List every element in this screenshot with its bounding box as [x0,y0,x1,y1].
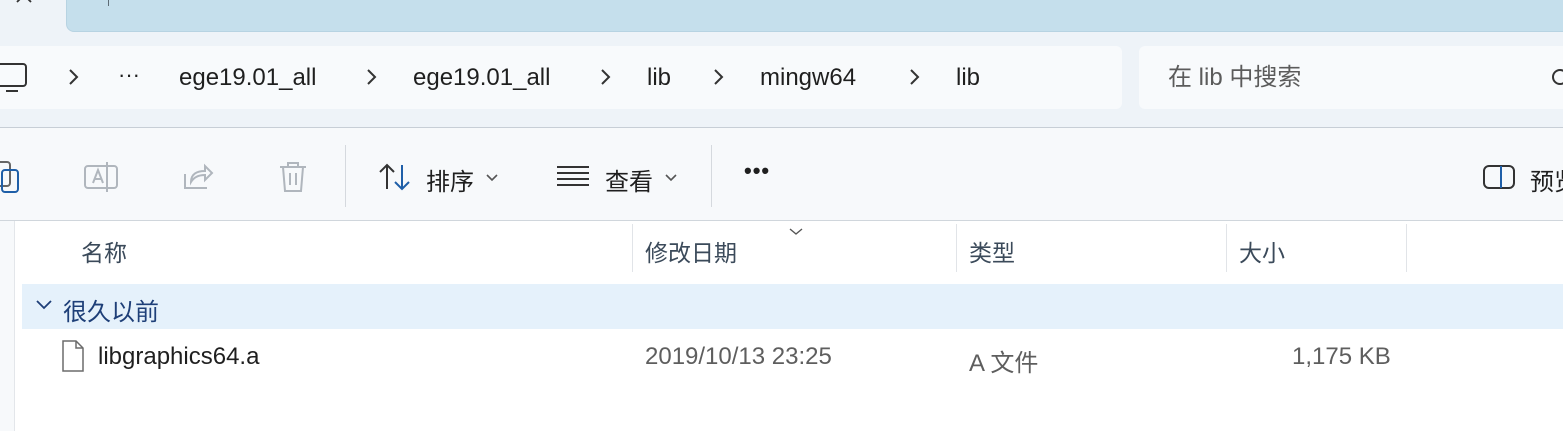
column-header-type[interactable]: 类型 [969,234,1015,268]
active-tab[interactable] [66,0,1563,32]
breadcrumb [0,0,16,24]
chevron-right-icon [711,65,727,89]
column-header-modified[interactable]: 修改日期 [645,234,737,268]
search-icon[interactable] [1549,66,1563,95]
sort-button[interactable]: 排序 [426,162,474,197]
chevron-right-icon [907,65,923,89]
share-icon[interactable] [181,160,215,199]
address-bar[interactable] [0,46,1122,109]
preview-pane-icon[interactable] [1482,164,1516,195]
more-options-button[interactable]: ••• [744,158,770,184]
sort-icon[interactable] [378,162,412,197]
tab-divider [108,0,109,6]
chevron-right-icon [66,65,82,89]
copy-icon[interactable] [0,160,22,199]
file-modified: 2019/10/13 23:25 [645,343,832,370]
computer-icon[interactable] [0,62,30,99]
chevron-down-icon[interactable] [485,170,499,188]
navigation-pane-edge [0,221,15,431]
column-divider[interactable] [632,224,633,272]
breadcrumb-item-lib[interactable]: lib [647,64,671,92]
chevron-right-icon [364,65,380,89]
column-divider[interactable] [1406,224,1407,272]
breadcrumb-overflow[interactable]: ··· [118,62,140,88]
view-icon[interactable] [556,164,590,193]
sort-indicator-icon [788,224,804,242]
search-input[interactable] [1168,62,1528,94]
command-bar [0,128,1563,221]
column-header-size[interactable]: 大小 [1239,234,1285,268]
rename-icon[interactable] [83,160,119,199]
chevron-down-icon[interactable] [664,170,678,188]
file-type: A 文件 [969,350,1039,377]
group-header[interactable] [22,284,1563,329]
file-name[interactable]: libgraphics64.a [98,343,259,371]
chevron-right-icon [598,65,614,89]
toolbar-separator [711,145,712,207]
preview-button[interactable]: 预览 [1530,162,1563,197]
column-divider[interactable] [1226,224,1227,272]
chevron-down-icon[interactable] [35,298,53,317]
file-icon [61,340,85,377]
column-divider[interactable] [956,224,957,272]
breadcrumb-item-mingw64[interactable]: mingw64 [760,64,856,92]
group-label: 很久以前 [63,299,159,326]
breadcrumb-item-lib-current[interactable]: lib [956,64,980,92]
breadcrumb-item-ege19-01-all-1[interactable]: ege19.01_all [179,64,316,92]
file-size: 1,175 KB [1292,343,1391,370]
breadcrumb-item-ege19-01-all-2[interactable]: ege19.01_all [413,64,550,92]
toolbar-separator [345,145,346,207]
view-button[interactable]: 查看 [605,162,653,197]
column-header-name[interactable]: 名称 [81,234,127,268]
trash-icon[interactable] [277,160,309,199]
